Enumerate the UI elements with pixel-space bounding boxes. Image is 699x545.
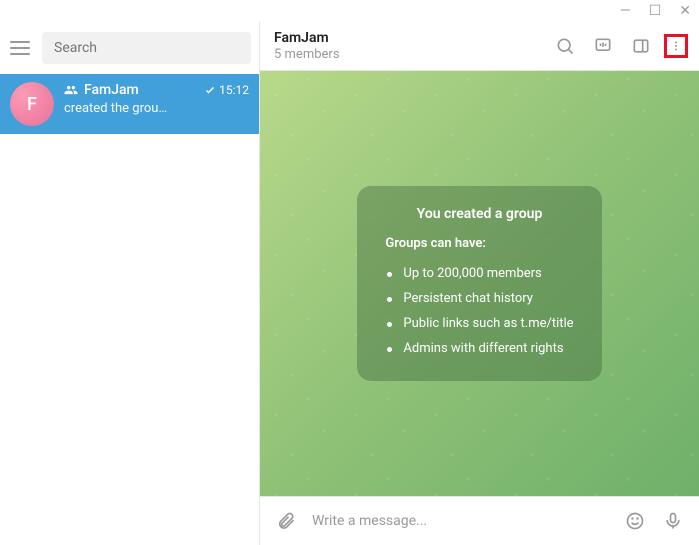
- chat-title[interactable]: FamJam: [274, 30, 340, 46]
- chat-name: FamJam: [84, 82, 139, 98]
- check-icon: [204, 84, 216, 96]
- list-item: Up to 200,000 members: [385, 261, 573, 286]
- main-panel: FamJam 5 members You c: [260, 22, 699, 545]
- search-input[interactable]: [42, 32, 251, 64]
- window-minimize[interactable]: —: [620, 3, 631, 19]
- list-item: Public links such as t.me/title: [385, 311, 573, 336]
- emoji-icon[interactable]: [623, 509, 647, 533]
- search-icon[interactable]: [553, 34, 577, 58]
- window-close[interactable]: ✕: [679, 3, 691, 19]
- voice-chat-icon[interactable]: [591, 34, 615, 58]
- more-options-icon[interactable]: [664, 34, 688, 58]
- sidebar: F FamJam 15:12 created the grou…: [0, 22, 260, 545]
- chat-list-item[interactable]: F FamJam 15:12 created the grou…: [0, 74, 259, 134]
- chat-time: 15:12: [219, 83, 249, 97]
- avatar: F: [10, 82, 54, 126]
- info-subtitle: Groups can have:: [385, 236, 573, 251]
- window-maximize[interactable]: ☐: [649, 3, 662, 19]
- info-card: You created a group Groups can have: Up …: [357, 186, 601, 381]
- attach-icon[interactable]: [274, 509, 298, 533]
- chat-body: You created a group Groups can have: Up …: [260, 71, 699, 496]
- message-input[interactable]: [312, 513, 609, 529]
- microphone-icon[interactable]: [661, 509, 685, 533]
- list-item: Persistent chat history: [385, 286, 573, 311]
- side-panel-icon[interactable]: [629, 34, 653, 58]
- info-list: Up to 200,000 members Persistent chat hi…: [385, 261, 573, 361]
- list-item: Admins with different rights: [385, 336, 573, 361]
- chat-preview: created the grou…: [64, 101, 249, 116]
- chat-subtitle: 5 members: [274, 47, 340, 62]
- message-composer: [260, 496, 699, 545]
- info-title: You created a group: [385, 206, 573, 222]
- window-titlebar: — ☐ ✕: [0, 0, 699, 22]
- menu-icon[interactable]: [8, 36, 32, 60]
- chat-header: FamJam 5 members: [260, 22, 699, 71]
- group-icon: [64, 83, 78, 97]
